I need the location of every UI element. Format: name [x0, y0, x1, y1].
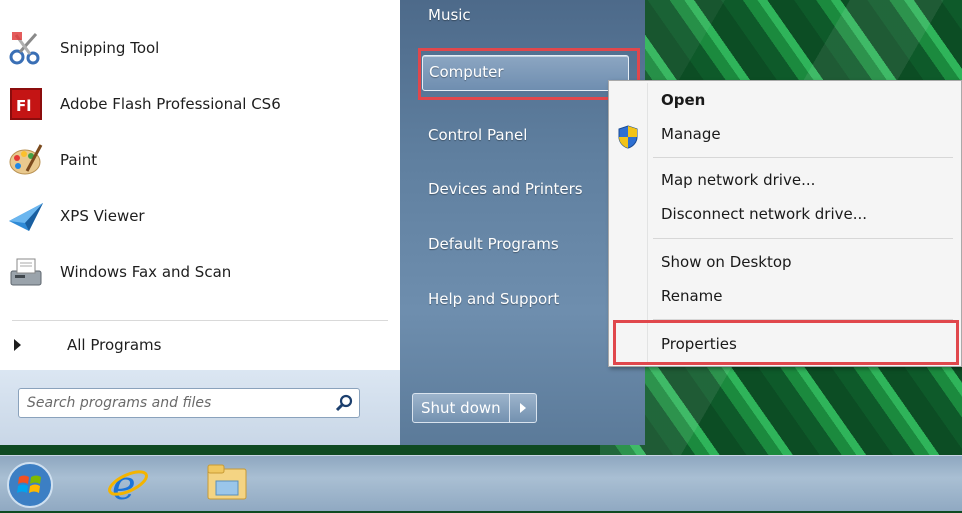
flash-icon-text: Fl — [16, 97, 31, 115]
windows-start-icon[interactable] — [6, 461, 53, 508]
shutdown-group: Shut down — [412, 393, 537, 423]
menu-item-show-on-desktop[interactable]: Show on Desktop — [661, 253, 792, 271]
paint-palette-icon — [6, 140, 46, 180]
search-box[interactable] — [18, 388, 360, 418]
uac-shield-icon — [617, 125, 641, 149]
shutdown-button[interactable]: Shut down — [412, 393, 510, 423]
divider — [12, 320, 388, 321]
flash-icon: Fl — [6, 84, 46, 124]
computer-highlight-box — [418, 48, 640, 100]
folder-icon[interactable] — [204, 461, 250, 507]
devices-printers-link[interactable]: Devices and Printers — [428, 180, 583, 198]
program-label: Adobe Flash Professional CS6 — [60, 95, 281, 113]
program-adobe-flash[interactable]: Fl Adobe Flash Professional CS6 — [6, 82, 386, 126]
fax-scanner-icon — [6, 252, 46, 292]
taskbar: e — [0, 455, 962, 511]
triangle-right-icon — [14, 339, 21, 351]
program-snipping-tool[interactable]: Snipping Tool — [6, 26, 386, 70]
program-label: Paint — [60, 151, 98, 169]
properties-highlight-box — [613, 320, 959, 365]
program-label: XPS Viewer — [60, 207, 145, 225]
search-icon[interactable] — [329, 390, 359, 416]
xps-viewer-icon — [6, 196, 46, 236]
menu-item-disconnect-network-drive[interactable]: Disconnect network drive... — [661, 205, 867, 223]
shutdown-options-button[interactable] — [509, 393, 537, 423]
control-panel-link[interactable]: Control Panel — [428, 126, 527, 144]
menu-item-open[interactable]: Open — [661, 91, 705, 109]
music-link[interactable]: Music — [428, 6, 471, 24]
search-input[interactable] — [25, 390, 329, 416]
scissors-icon — [6, 28, 46, 68]
help-support-link[interactable]: Help and Support — [428, 290, 559, 308]
search-area — [0, 370, 400, 445]
program-paint[interactable]: Paint — [6, 138, 386, 182]
program-xps-viewer[interactable]: XPS Viewer — [6, 194, 386, 238]
program-label: Snipping Tool — [60, 39, 160, 57]
all-programs-label: All Programs — [67, 336, 162, 354]
svg-text:e: e — [112, 463, 136, 505]
menu-item-rename[interactable]: Rename — [661, 287, 723, 305]
program-label: Windows Fax and Scan — [60, 263, 232, 281]
internet-explorer-icon[interactable]: e — [106, 461, 152, 509]
menu-item-manage[interactable]: Manage — [661, 125, 721, 143]
default-programs-link[interactable]: Default Programs — [428, 235, 559, 253]
menu-separator — [653, 157, 953, 158]
program-windows-fax-scan[interactable]: Windows Fax and Scan — [6, 250, 386, 294]
triangle-right-icon — [519, 403, 526, 413]
all-programs-button[interactable]: All Programs — [14, 330, 161, 360]
menu-item-map-network-drive[interactable]: Map network drive... — [661, 171, 815, 189]
menu-separator — [653, 238, 953, 239]
start-menu-programs-pane: Snipping Tool Fl Adobe Flash Professiona… — [0, 0, 401, 445]
